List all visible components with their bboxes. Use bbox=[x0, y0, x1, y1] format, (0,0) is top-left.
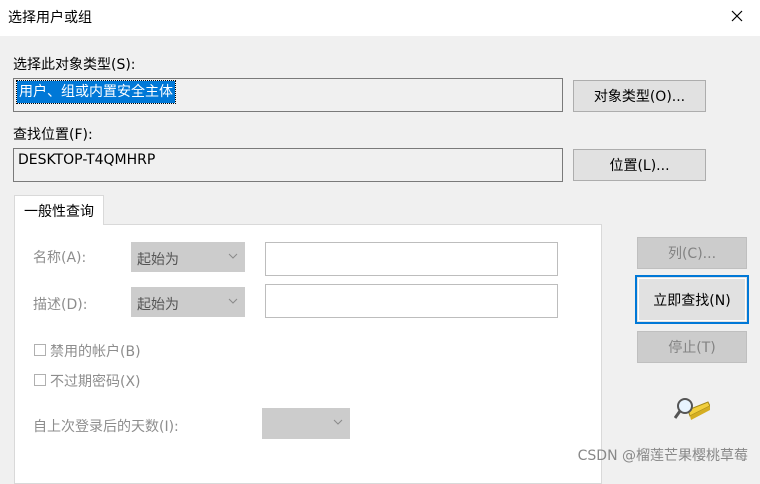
location-label: 查找位置(F): bbox=[13, 127, 93, 143]
magnifier-icon bbox=[674, 398, 710, 420]
locations-button[interactable]: 位置(L)... bbox=[573, 149, 706, 181]
disabled-accounts-checkbox[interactable] bbox=[34, 344, 46, 356]
days-since-last-logon-select[interactable] bbox=[262, 408, 350, 439]
disabled-accounts-label: 禁用的帐户(B) bbox=[50, 344, 141, 360]
days-since-last-logon-label: 自上次登录后的天数(I): bbox=[33, 419, 179, 435]
non-expiring-password-checkbox[interactable] bbox=[34, 374, 46, 386]
name-input[interactable] bbox=[265, 242, 558, 276]
watermark: CSDN @榴莲芒果樱桃草莓 bbox=[577, 448, 748, 464]
title-bar: 选择用户或组 bbox=[0, 0, 760, 36]
object-type-label: 选择此对象类型(S): bbox=[13, 57, 136, 73]
location-field[interactable]: DESKTOP-T4QMHRP bbox=[13, 148, 563, 182]
chevron-down-icon bbox=[228, 253, 238, 259]
location-value: DESKTOP-T4QMHRP bbox=[18, 152, 156, 168]
window-title: 选择用户或组 bbox=[8, 10, 92, 26]
close-icon bbox=[731, 10, 743, 22]
non-expiring-password-label: 不过期密码(X) bbox=[50, 374, 141, 390]
name-mode-value: 起始为 bbox=[137, 252, 179, 268]
find-now-button[interactable]: 立即查找(N) bbox=[635, 275, 749, 324]
object-types-button[interactable]: 对象类型(O)... bbox=[573, 80, 706, 112]
object-type-field[interactable]: 用户、组或内置安全主体 bbox=[13, 78, 563, 112]
description-mode-select[interactable]: 起始为 bbox=[131, 287, 245, 317]
name-mode-select[interactable]: 起始为 bbox=[131, 242, 245, 272]
object-type-value: 用户、组或内置安全主体 bbox=[16, 80, 176, 104]
tab-common-queries[interactable]: 一般性查询 bbox=[14, 195, 104, 225]
columns-button[interactable]: 列(C)... bbox=[637, 237, 747, 269]
description-mode-value: 起始为 bbox=[137, 297, 179, 313]
name-label: 名称(A): bbox=[33, 250, 87, 266]
description-input[interactable] bbox=[265, 284, 558, 318]
stop-button[interactable]: 停止(T) bbox=[637, 331, 747, 363]
description-label: 描述(D): bbox=[33, 297, 88, 313]
chevron-down-icon bbox=[228, 298, 238, 304]
close-button[interactable] bbox=[714, 0, 760, 32]
chevron-down-icon bbox=[333, 419, 343, 425]
